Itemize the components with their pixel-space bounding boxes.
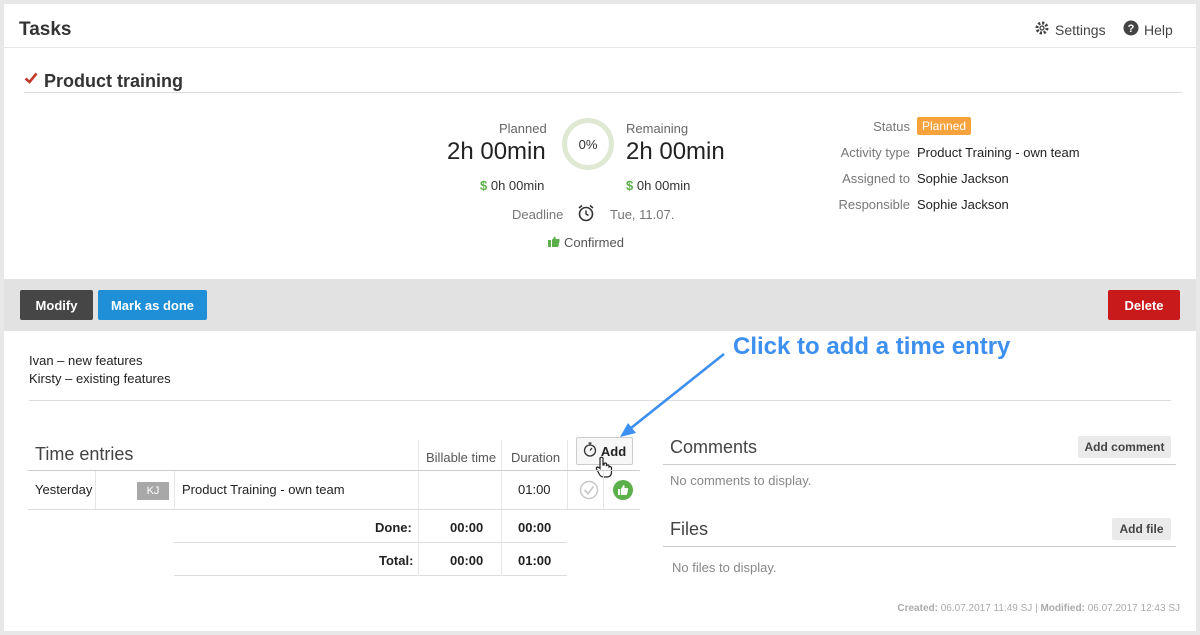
remaining-money: $ 0h 00min	[626, 178, 690, 193]
remaining-value: 2h 00min	[626, 138, 725, 165]
responsible-value: Sophie Jackson	[917, 197, 1009, 212]
mark-as-done-button[interactable]: Mark as done	[98, 290, 207, 320]
help-icon: ?	[1123, 20, 1139, 39]
entry-date: Yesterday	[35, 482, 93, 497]
approved-thumbs-up-icon[interactable]	[613, 480, 633, 505]
planned-value: 2h 00min	[447, 138, 546, 165]
progress-ring: 0%	[562, 118, 614, 170]
planned-money-value: 0h 00min	[490, 178, 545, 193]
thumbs-up-icon	[548, 235, 560, 250]
column-header-duration: Duration	[511, 450, 561, 465]
annotation-text: Click to add a time entry	[733, 333, 1011, 360]
task-page: Tasks Settings ? Help Product training P…	[4, 4, 1196, 631]
assigned-label: Assigned to	[842, 171, 910, 186]
activity-type-value: Product Training - own team	[917, 145, 1080, 160]
entry-activity[interactable]: Product Training - own team	[182, 482, 345, 497]
activity-type-label: Activity type	[840, 145, 910, 160]
done-billable: 00:00	[450, 520, 484, 535]
delete-button[interactable]: Delete	[1108, 290, 1180, 320]
total-duration: 01:00	[518, 553, 552, 568]
confirm-check-icon[interactable]	[579, 480, 599, 505]
comments-title: Comments	[670, 437, 758, 457]
status-value: Planned	[917, 117, 972, 135]
remaining-money-value: 0h 00min	[636, 178, 691, 193]
confirmed-label: Confirmed	[564, 235, 624, 250]
annotation-arrow	[620, 352, 725, 437]
help-label: Help	[1144, 21, 1173, 38]
total-label: Total:	[379, 553, 414, 568]
add-comment-button[interactable]: Add comment	[1078, 436, 1171, 458]
dollar-icon: $	[480, 178, 488, 193]
gear-icon	[1034, 20, 1050, 39]
description-line: Kirsty – existing features	[29, 371, 171, 386]
alarm-clock-icon	[576, 203, 596, 228]
check-icon	[24, 71, 38, 90]
files-empty: No files to display.	[672, 560, 777, 575]
modify-button[interactable]: Modify	[20, 290, 93, 320]
comments-empty: No comments to display.	[670, 473, 812, 488]
done-label: Done:	[375, 520, 412, 535]
created-value: 06.07.2017 11:49 SJ	[940, 603, 1033, 614]
modified-value: 06.07.2017 12:43 SJ	[1087, 603, 1180, 614]
description-line: Ivan – new features	[29, 353, 143, 368]
status-badge: Planned	[917, 117, 972, 135]
remaining-label: Remaining	[626, 121, 689, 136]
svg-text:?: ?	[1128, 23, 1135, 35]
responsible-label: Responsible	[838, 197, 910, 212]
audit-info: Created: 06.07.2017 11:49 SJ | Modified:…	[897, 603, 1180, 614]
files-title: Files	[670, 519, 709, 539]
dollar-icon: $	[626, 178, 634, 193]
task-title: Product training	[44, 71, 183, 91]
add-file-button[interactable]: Add file	[1112, 518, 1171, 540]
help-link[interactable]: ? Help	[1123, 20, 1173, 39]
user-badge: KJ	[137, 482, 169, 500]
status-label: Status	[873, 119, 910, 134]
deadline-label: Deadline	[512, 207, 564, 222]
entry-duration: 01:00	[518, 482, 551, 497]
progress-value: 0%	[578, 136, 598, 152]
settings-link[interactable]: Settings	[1034, 20, 1106, 39]
deadline-value: Tue, 11.07.	[610, 207, 675, 222]
column-header-billable: Billable time	[426, 450, 497, 465]
time-entries-title: Time entries	[35, 444, 134, 464]
top-bar: Tasks Settings ? Help	[4, 4, 1196, 48]
divider	[24, 92, 1182, 93]
total-billable: 00:00	[450, 553, 484, 568]
divider	[29, 400, 1171, 401]
modified-label: Modified:	[1040, 603, 1085, 614]
confirmed-status: Confirmed	[548, 235, 624, 250]
assigned-value: Sophie Jackson	[917, 171, 1009, 186]
app-title: Tasks	[19, 19, 72, 40]
planned-money: $ 0h 00min	[480, 178, 544, 193]
created-label: Created:	[897, 603, 938, 614]
separator: |	[1035, 603, 1038, 614]
planned-label: Planned	[499, 121, 547, 136]
settings-label: Settings	[1055, 21, 1106, 38]
done-duration: 00:00	[518, 520, 552, 535]
action-bar: Modify Mark as done Delete	[4, 279, 1196, 331]
